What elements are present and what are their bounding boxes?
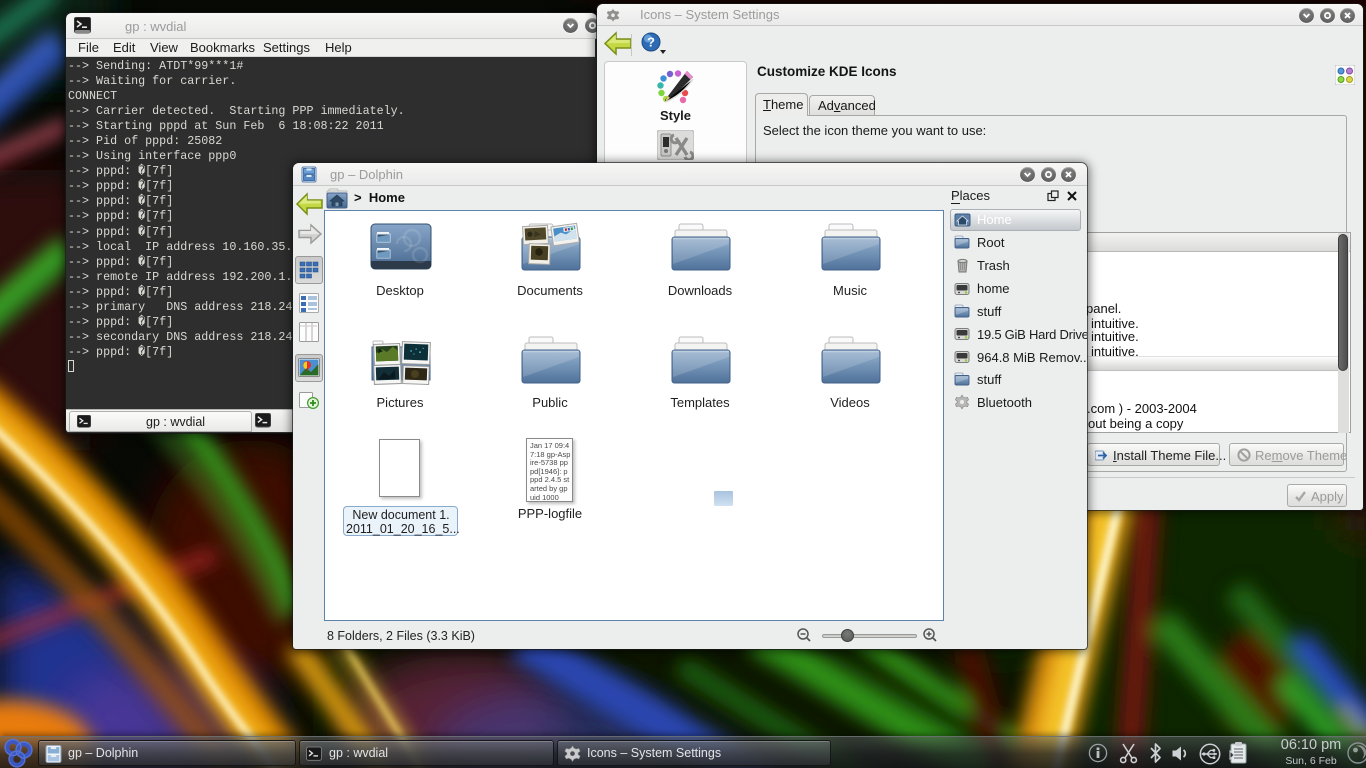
svg-text:?: ?: [647, 35, 655, 50]
